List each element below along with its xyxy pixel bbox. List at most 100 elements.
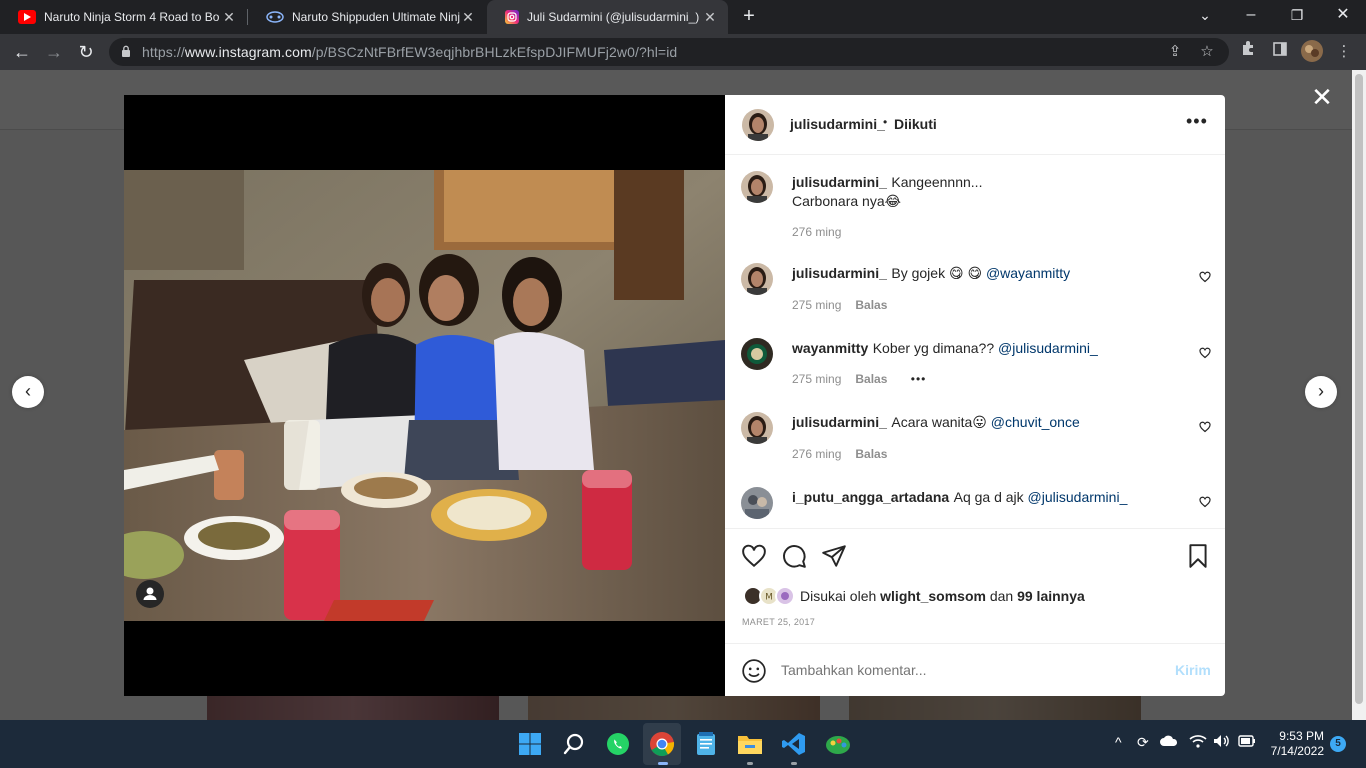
like-heart-icon[interactable] <box>741 543 767 569</box>
tab-close-icon[interactable]: ✕ <box>460 9 476 26</box>
reply-button[interactable]: Balas <box>855 447 887 461</box>
whatsapp-icon[interactable] <box>603 729 633 759</box>
post-comment-button[interactable]: Kirim <box>1175 662 1211 678</box>
comment-mention-link[interactable]: @chuvit_once <box>991 414 1080 430</box>
page-scrollbar[interactable] <box>1352 70 1366 720</box>
back-arrow-icon[interactable]: ← <box>10 40 34 64</box>
comment-username[interactable]: julisudarmini_ <box>792 414 887 430</box>
comment-avatar[interactable] <box>741 263 773 295</box>
paint-app-icon[interactable] <box>823 729 853 759</box>
tab-close-icon[interactable]: ✕ <box>702 9 718 26</box>
tab-search-chevron-icon[interactable]: ⌄ <box>1182 0 1228 30</box>
browser-tabbar: Naruto Ninja Storm 4 Road to Bo ✕ Naruto… <box>0 0 1366 34</box>
comment-item: wayanmitty Kober yg dimana?? @julisudarm… <box>725 338 1225 396</box>
caption-timestamp[interactable]: 276 ming <box>792 225 841 239</box>
comment-username[interactable]: i_putu_angga_artadana <box>792 489 949 505</box>
minimize-icon[interactable]: – <box>1228 0 1274 30</box>
side-panel-icon[interactable] <box>1268 40 1292 64</box>
system-clock[interactable]: 9:53 PM 7/14/2022 <box>1266 729 1324 759</box>
comment-like-heart-icon[interactable] <box>1199 271 1211 283</box>
modal-close-icon[interactable]: ✕ <box>1310 84 1334 110</box>
tab-close-icon[interactable]: ✕ <box>221 9 237 26</box>
comment-like-heart-icon[interactable] <box>1199 347 1211 359</box>
show-hidden-icons-chevron-icon[interactable]: ^ <box>1115 734 1122 750</box>
sync-icon[interactable]: ⟳ <box>1137 734 1149 751</box>
wifi-icon[interactable] <box>1189 734 1207 751</box>
notification-badge[interactable]: 5 <box>1330 736 1346 752</box>
following-button[interactable]: Diikuti <box>894 116 937 132</box>
reply-button[interactable]: Balas <box>855 298 887 312</box>
comment-like-heart-icon[interactable] <box>1199 421 1211 433</box>
comment-avatar[interactable] <box>741 412 773 444</box>
forward-arrow-icon[interactable]: → <box>42 40 66 64</box>
profile-avatar[interactable] <box>1300 40 1324 64</box>
comment-text: By gojek 😋 😋 <box>891 265 986 281</box>
comment-text: Kober yg dimana?? <box>872 340 999 356</box>
game-controller-icon <box>266 10 284 24</box>
share-icon[interactable]: ⇪ <box>1163 40 1187 64</box>
post-media[interactable] <box>124 95 725 696</box>
comment-input[interactable] <box>781 658 1161 682</box>
search-icon[interactable] <box>559 729 589 759</box>
lock-icon <box>122 45 130 57</box>
window-close-icon[interactable]: ✕ <box>1320 0 1366 30</box>
new-tab-button[interactable]: + <box>738 5 760 29</box>
vscode-icon[interactable] <box>779 729 809 759</box>
comment-username[interactable]: wayanmitty <box>792 340 868 356</box>
volume-icon[interactable] <box>1213 734 1231 751</box>
kebab-menu-icon[interactable]: ⋮ <box>1332 40 1356 64</box>
comment-bubble-icon[interactable] <box>781 543 807 569</box>
reload-icon[interactable]: ↻ <box>74 40 98 64</box>
caption-username[interactable]: julisudarmini_ <box>792 174 887 190</box>
comment-timestamp[interactable]: 275 ming <box>792 298 841 312</box>
comment-text: Aq ga d ajk <box>953 489 1028 505</box>
comment-avatar[interactable] <box>741 487 773 519</box>
tab-instagram[interactable]: Juli Sudarmini (@julisudarmini_) • ✕ <box>487 0 728 34</box>
more-options-icon[interactable]: ••• <box>1186 111 1208 132</box>
file-explorer-icon[interactable] <box>735 729 765 759</box>
onedrive-cloud-icon[interactable] <box>1160 734 1178 750</box>
comment-mention-link[interactable]: @julisudarmini_ <box>1028 489 1128 505</box>
comment-mention-link[interactable]: @wayanmitty <box>986 265 1070 281</box>
restore-icon[interactable]: ❐ <box>1274 0 1320 30</box>
previous-post-button[interactable]: ‹ <box>12 376 44 408</box>
author-username[interactable]: julisudarmini_ <box>790 116 885 132</box>
comment-mention-link[interactable]: @julisudarmini_ <box>998 340 1098 356</box>
tab-naruto-game[interactable]: Naruto Shippuden Ultimate Ninja ✕ <box>248 0 486 34</box>
tab-title: Naruto Ninja Storm 4 Road to Bo <box>44 10 220 24</box>
comment-item: julisudarmini_ Acara wanita😛 @chuvit_onc… <box>725 412 1225 470</box>
share-paper-plane-icon[interactable] <box>821 543 847 569</box>
post-date[interactable]: MARET 25, 2017 <box>742 617 815 627</box>
chrome-icon[interactable] <box>647 729 677 759</box>
address-bar[interactable]: https://www.instagram.com/p/BSCzNtFBrfEW… <box>109 38 1229 66</box>
comment-meta: 276 ming Balas <box>792 447 887 461</box>
save-bookmark-icon[interactable] <box>1185 543 1211 569</box>
emoji-smiley-icon[interactable] <box>741 658 767 684</box>
post-photo[interactable] <box>124 170 725 621</box>
person-icon <box>143 587 157 600</box>
comment-options-icon[interactable]: ••• <box>911 372 927 386</box>
battery-icon[interactable] <box>1238 734 1256 750</box>
likes-count-link[interactable]: 99 lainnya <box>1017 588 1085 604</box>
comment-avatar[interactable] <box>741 338 773 370</box>
reply-button[interactable]: Balas <box>855 372 887 386</box>
author-avatar[interactable] <box>742 109 774 141</box>
extensions-puzzle-icon[interactable] <box>1236 40 1260 64</box>
scrollbar-thumb[interactable] <box>1355 74 1363 704</box>
comment-timestamp[interactable]: 275 ming <box>792 372 841 386</box>
next-post-button[interactable]: › <box>1305 376 1337 408</box>
comment-like-heart-icon[interactable] <box>1199 496 1211 508</box>
tagged-people-button[interactable] <box>136 580 164 608</box>
post-header: julisudarmini_ • Diikuti ••• <box>725 95 1225 155</box>
tab-title: Naruto Shippuden Ultimate Ninja <box>292 10 460 24</box>
comment-username[interactable]: julisudarmini_ <box>792 265 887 281</box>
windows-start-icon[interactable] <box>515 729 545 759</box>
likes-user-link[interactable]: wlight_somsom <box>880 588 986 604</box>
bookmark-star-icon[interactable]: ☆ <box>1195 40 1219 64</box>
active-indicator <box>658 762 668 765</box>
notepad-icon[interactable] <box>691 729 721 759</box>
liker-avatars[interactable]: M <box>743 586 797 606</box>
tab-youtube[interactable]: Naruto Ninja Storm 4 Road to Bo ✕ <box>0 0 247 34</box>
caption-author-avatar[interactable] <box>741 171 773 203</box>
comment-timestamp[interactable]: 276 ming <box>792 447 841 461</box>
